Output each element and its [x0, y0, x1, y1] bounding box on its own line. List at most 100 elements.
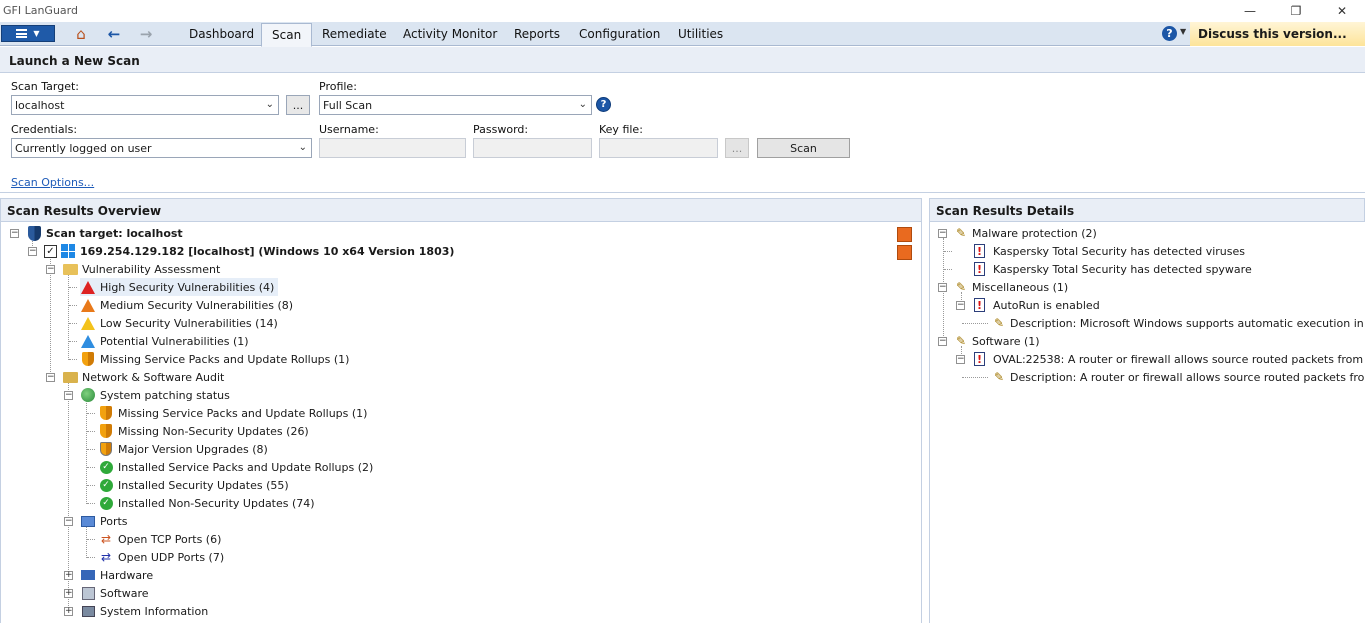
tab-reports[interactable]: Reports [504, 22, 570, 46]
tree-item-tcp-ports[interactable]: ⇄ Open TCP Ports (6) [98, 530, 221, 548]
scan-options-link[interactable]: Scan Options... [11, 176, 94, 189]
detail-label: Kaspersky Total Security has detected sp… [993, 262, 1252, 276]
detail-label: Malware protection (2) [972, 226, 1097, 240]
credentials-combo[interactable]: Currently logged on user ⌄ [11, 138, 312, 158]
expand-toggle[interactable]: + [64, 589, 73, 598]
high-severity-icon [80, 279, 96, 295]
tab-remediate[interactable]: Remediate [312, 22, 397, 46]
scan-button[interactable]: Scan [757, 138, 850, 158]
expand-toggle[interactable]: + [64, 571, 73, 580]
home-button[interactable]: ⌂ [66, 24, 96, 44]
help-dropdown-icon[interactable]: ▼ [1180, 27, 1186, 36]
tree-item-low-vulns[interactable]: Low Security Vulnerabilities (14) [80, 314, 278, 332]
tab-activity-monitor[interactable]: Activity Monitor [393, 22, 507, 46]
detail-label: AutoRun is enabled [993, 298, 1100, 312]
expand-toggle[interactable]: + [64, 607, 73, 616]
minimize-button[interactable]: — [1227, 0, 1273, 22]
close-button[interactable]: ✕ [1319, 0, 1365, 22]
detail-item-oval[interactable]: ! OVAL:22538: A router or firewall allow… [974, 350, 1365, 368]
profile-label: Profile: [319, 80, 357, 93]
collapse-toggle[interactable]: − [938, 229, 947, 238]
tree-item-missing-sp[interactable]: Missing Service Packs and Update Rollups… [98, 404, 367, 422]
installed-check-icon: ✓ [98, 459, 114, 475]
tab-configuration[interactable]: Configuration [569, 22, 670, 46]
tree-item-installed-sp[interactable]: ✓ Installed Service Packs and Update Rol… [98, 458, 373, 476]
password-field[interactable] [473, 138, 592, 158]
chevron-down-icon: ⌄ [298, 142, 307, 153]
browse-keyfile-button[interactable]: ... [725, 138, 749, 158]
low-severity-icon [80, 315, 96, 331]
home-icon: ⌂ [76, 25, 86, 43]
tree-host[interactable]: ✓ 169.254.129.182 [localhost] (Windows 1… [44, 242, 454, 260]
profile-combo[interactable]: Full Scan ⌄ [319, 95, 592, 115]
username-field[interactable] [319, 138, 466, 158]
collapse-toggle[interactable]: − [64, 517, 73, 526]
collapse-toggle[interactable]: − [28, 247, 37, 256]
help-icon[interactable]: ? [1162, 26, 1177, 41]
tree-system-information[interactable]: System Information [80, 602, 208, 620]
detail-item-spyware[interactable]: ! Kaspersky Total Security has detected … [974, 260, 1252, 278]
tree-item-label: Medium Security Vulnerabilities (8) [100, 298, 294, 312]
detail-miscellaneous[interactable]: ✎ Miscellaneous (1) [954, 278, 1068, 296]
scan-target-combo[interactable]: localhost ⌄ [11, 95, 279, 115]
tab-dashboard[interactable]: Dashboard [179, 22, 264, 46]
patching-globe-icon [80, 387, 96, 403]
tree-item-udp-ports[interactable]: ⇄ Open UDP Ports (7) [98, 548, 224, 566]
detail-malware-protection[interactable]: ✎ Malware protection (2) [954, 224, 1097, 242]
detail-item-viruses[interactable]: ! Kaspersky Total Security has detected … [974, 242, 1245, 260]
collapse-toggle[interactable]: − [64, 391, 73, 400]
password-label: Password: [473, 123, 529, 136]
tree-item-missing-service-packs[interactable]: Missing Service Packs and Update Rollups… [80, 350, 349, 368]
collapse-toggle[interactable]: − [46, 373, 55, 382]
tree-item-major-upgrades[interactable]: Major Version Upgrades (8) [98, 440, 268, 458]
back-button[interactable]: ← [99, 24, 129, 44]
detail-software[interactable]: ✎ Software (1) [954, 332, 1040, 350]
tree-item-label: Missing Service Packs and Update Rollups… [118, 406, 368, 420]
tree-item-high-vulns[interactable]: High Security Vulnerabilities (4) [80, 278, 279, 296]
profile-help-icon[interactable]: ? [596, 97, 611, 112]
tree-hardware[interactable]: Hardware [80, 566, 153, 584]
keyfile-field[interactable] [599, 138, 718, 158]
tree-root-scan-target[interactable]: Scan target: localhost [26, 224, 183, 242]
tab-scan[interactable]: Scan [261, 23, 313, 47]
host-label: 169.254.129.182 [localhost] (Windows 10 … [80, 244, 455, 258]
collapse-toggle[interactable]: − [938, 283, 947, 292]
restore-button[interactable]: ❐ [1273, 0, 1319, 22]
installed-check-icon: ✓ [98, 495, 114, 511]
tree-item-label: Missing Service Packs and Update Rollups… [100, 352, 350, 366]
tree-system-patching[interactable]: System patching status [80, 386, 230, 404]
detail-autorun-description[interactable]: ✎ Description: Microsoft Windows support… [992, 314, 1365, 332]
description-note-icon: ✎ [993, 370, 1005, 384]
collapse-toggle[interactable]: − [938, 337, 947, 346]
forward-button[interactable]: → [131, 24, 161, 44]
host-checkbox[interactable]: ✓ [44, 244, 57, 258]
discuss-version-button[interactable]: Discuss this version... [1190, 22, 1365, 46]
tree-vulnerability-assessment[interactable]: Vulnerability Assessment [62, 260, 220, 278]
tree-software[interactable]: Software [80, 584, 149, 602]
scan-target-value: localhost [15, 98, 65, 112]
tree-network-software-audit[interactable]: Network & Software Audit [62, 368, 224, 386]
tree-item-missing-nonsec[interactable]: Missing Non-Security Updates (26) [98, 422, 309, 440]
tab-utilities[interactable]: Utilities [668, 22, 733, 46]
tree-item-medium-vulns[interactable]: Medium Security Vulnerabilities (8) [80, 296, 293, 314]
tree-item-installed-sec[interactable]: ✓ Installed Security Updates (55) [98, 476, 289, 494]
alert-icon: ! [974, 262, 985, 276]
alert-icon: ! [974, 352, 985, 366]
collapse-toggle[interactable]: − [956, 355, 965, 364]
keyfile-label: Key file: [599, 123, 643, 136]
app-menu-button[interactable]: ▼ [1, 25, 55, 42]
detail-item-autorun[interactable]: ! AutoRun is enabled [974, 296, 1100, 314]
launch-scan-panel [0, 73, 1365, 193]
tree-ports[interactable]: Ports [80, 512, 128, 530]
collapse-toggle[interactable]: − [10, 229, 19, 238]
collapse-toggle[interactable]: − [956, 301, 965, 310]
detail-oval-description[interactable]: ✎ Description: A router or firewall allo… [992, 368, 1365, 386]
ports-icon [80, 513, 96, 529]
description-note-icon: ✎ [993, 316, 1005, 330]
tree-item-installed-nonsec[interactable]: ✓ Installed Non-Security Updates (74) [98, 494, 315, 512]
tree-item-potential-vulns[interactable]: Potential Vulnerabilities (1) [80, 332, 249, 350]
browse-target-button[interactable]: ... [286, 95, 310, 115]
collapse-toggle[interactable]: − [46, 265, 55, 274]
sysinfo-label: System Information [100, 604, 209, 618]
vuln-assessment-label: Vulnerability Assessment [82, 262, 221, 276]
